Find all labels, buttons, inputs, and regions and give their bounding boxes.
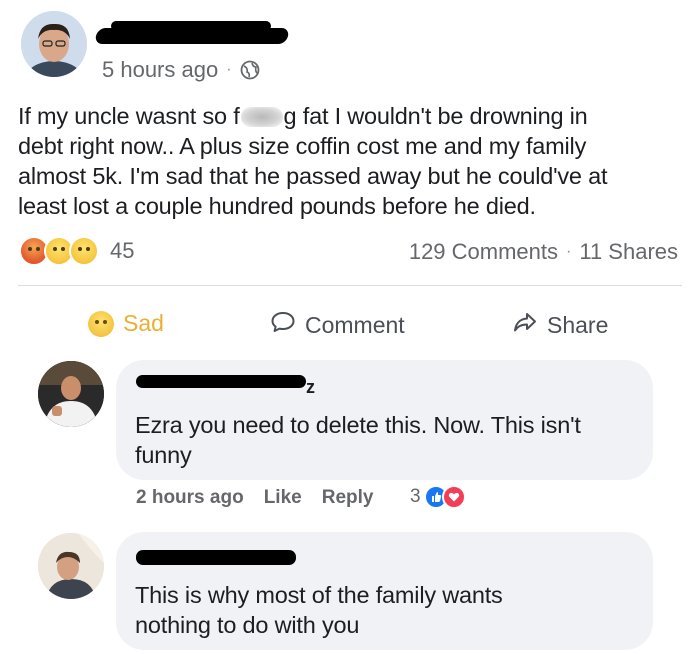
post-text-line-2: debt right now.. A plus size coffin cost… bbox=[18, 133, 587, 159]
comment-text: This is why most of the family wants not… bbox=[135, 580, 503, 640]
shares-count-link[interactable]: 11 Shares bbox=[579, 239, 678, 265]
commenter-name-visible[interactable]: z bbox=[306, 377, 315, 398]
comment-timestamp[interactable]: 2 hours ago bbox=[136, 487, 244, 509]
redacted-commenter-name bbox=[136, 550, 296, 565]
comment-text-line: funny bbox=[135, 442, 192, 468]
share-button[interactable]: Share bbox=[512, 310, 608, 340]
comment-text-line: Ezra you need to delete this. Now. This … bbox=[135, 412, 581, 438]
love-reaction-icon bbox=[441, 485, 466, 509]
reactions-summary[interactable]: 45 bbox=[19, 236, 134, 266]
redacted-commenter-name bbox=[136, 375, 306, 388]
comment-text: Ezra you need to delete this. Now. This … bbox=[135, 410, 581, 470]
meta-separator: · bbox=[226, 61, 232, 78]
sad-button-label: Sad bbox=[123, 310, 164, 336]
reply-link[interactable]: Reply bbox=[322, 487, 374, 509]
globe-icon bbox=[240, 60, 260, 80]
censor-blur bbox=[240, 107, 283, 127]
engagement-stats: 129 Comments · 11 Shares bbox=[409, 239, 678, 265]
comment-text-line: This is why most of the family wants bbox=[135, 582, 503, 608]
post-meta-row: 5 hours ago · bbox=[102, 57, 260, 83]
comments-count-link[interactable]: 129 Comments bbox=[409, 239, 558, 265]
post-timestamp[interactable]: 5 hours ago bbox=[102, 57, 218, 83]
share-button-label: Share bbox=[547, 311, 609, 338]
share-icon bbox=[512, 310, 538, 340]
reaction-count: 45 bbox=[110, 238, 135, 263]
comment-button-label: Comment bbox=[305, 311, 405, 338]
comment-icon bbox=[270, 310, 296, 340]
action-divider bbox=[18, 285, 682, 286]
post-text-line-4: least lost a couple hundred pounds befor… bbox=[18, 193, 536, 219]
commenter-avatar[interactable] bbox=[38, 361, 104, 427]
like-link[interactable]: Like bbox=[264, 487, 302, 509]
post-text-line-3: almost 5k. I'm sad that he passed away b… bbox=[18, 163, 608, 189]
comment-reactions[interactable]: 3 bbox=[410, 485, 466, 509]
sad-face-icon bbox=[88, 310, 114, 337]
post-text-line-1: If my uncle wasnt so fg fat I wouldn't b… bbox=[18, 103, 588, 129]
sad-reaction-button[interactable]: Sad bbox=[88, 310, 164, 337]
post-text: If my uncle wasnt so fg fat I wouldn't b… bbox=[18, 101, 686, 221]
wow-reaction-icon bbox=[69, 236, 99, 266]
commenter-avatar[interactable] bbox=[38, 533, 104, 599]
poster-avatar[interactable] bbox=[21, 11, 87, 77]
comment-meta: 2 hours ago Like Reply bbox=[136, 487, 373, 509]
redacted-poster-name-top bbox=[111, 21, 271, 31]
comment-reaction-count: 3 bbox=[410, 486, 421, 507]
comment-text-line: nothing to do with you bbox=[135, 612, 360, 638]
comment-button[interactable]: Comment bbox=[270, 310, 405, 340]
stats-separator: · bbox=[566, 243, 572, 260]
